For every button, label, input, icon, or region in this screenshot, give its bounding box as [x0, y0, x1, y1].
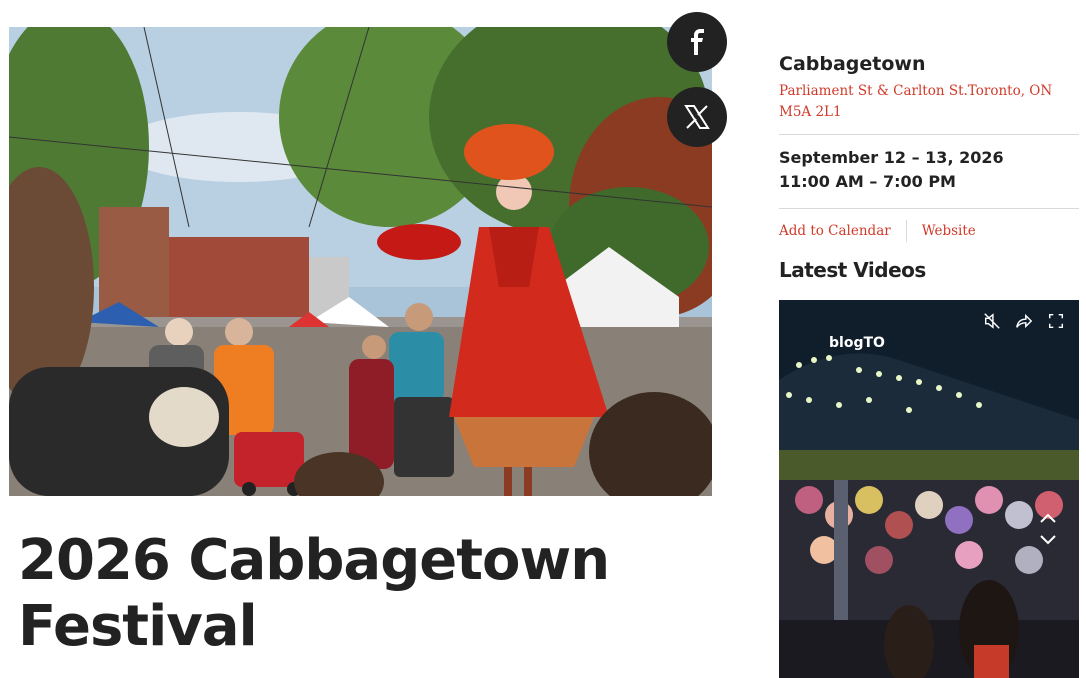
event-links: Add to Calendar Website: [779, 220, 1079, 242]
link-separator: [905, 220, 907, 242]
divider: [779, 134, 1079, 135]
venue-name: Cabbagetown: [779, 53, 926, 75]
date-range: September 12 – 13, 2026: [779, 148, 1004, 167]
mute-icon[interactable]: [983, 312, 1001, 330]
facebook-icon: [691, 29, 704, 55]
website-link[interactable]: Website: [922, 223, 976, 239]
event-dates: September 12 – 13, 2026 11:00 AM – 7:00 …: [779, 146, 1079, 194]
chevron-down-icon[interactable]: [1039, 534, 1057, 546]
chevron-up-icon[interactable]: [1039, 512, 1057, 524]
event-title: 2026 Cabbagetown Festival: [18, 528, 610, 659]
divider: [779, 208, 1079, 209]
video-nav: [1039, 512, 1057, 546]
facebook-share-button[interactable]: [667, 12, 727, 72]
latest-videos-heading: Latest Videos: [779, 258, 926, 282]
venue-address-link[interactable]: Parliament St & Carlton St.Toronto, ON M…: [779, 81, 1071, 123]
channel-logo: blogTO: [829, 335, 885, 351]
event-details-sidebar: Cabbagetown Parliament St & Carlton St.T…: [779, 50, 1079, 282]
time-range: 11:00 AM – 7:00 PM: [779, 172, 956, 191]
x-share-button[interactable]: [667, 87, 727, 147]
video-controls: [983, 312, 1065, 330]
hero-image: [9, 27, 712, 496]
video-frame: [779, 300, 1079, 678]
x-icon: [684, 105, 710, 129]
video-player[interactable]: blogTO: [779, 300, 1079, 678]
fullscreen-icon[interactable]: [1047, 312, 1065, 330]
festival-photo: [9, 27, 712, 496]
add-to-calendar-link[interactable]: Add to Calendar: [779, 223, 891, 239]
share-icon[interactable]: [1015, 312, 1033, 330]
